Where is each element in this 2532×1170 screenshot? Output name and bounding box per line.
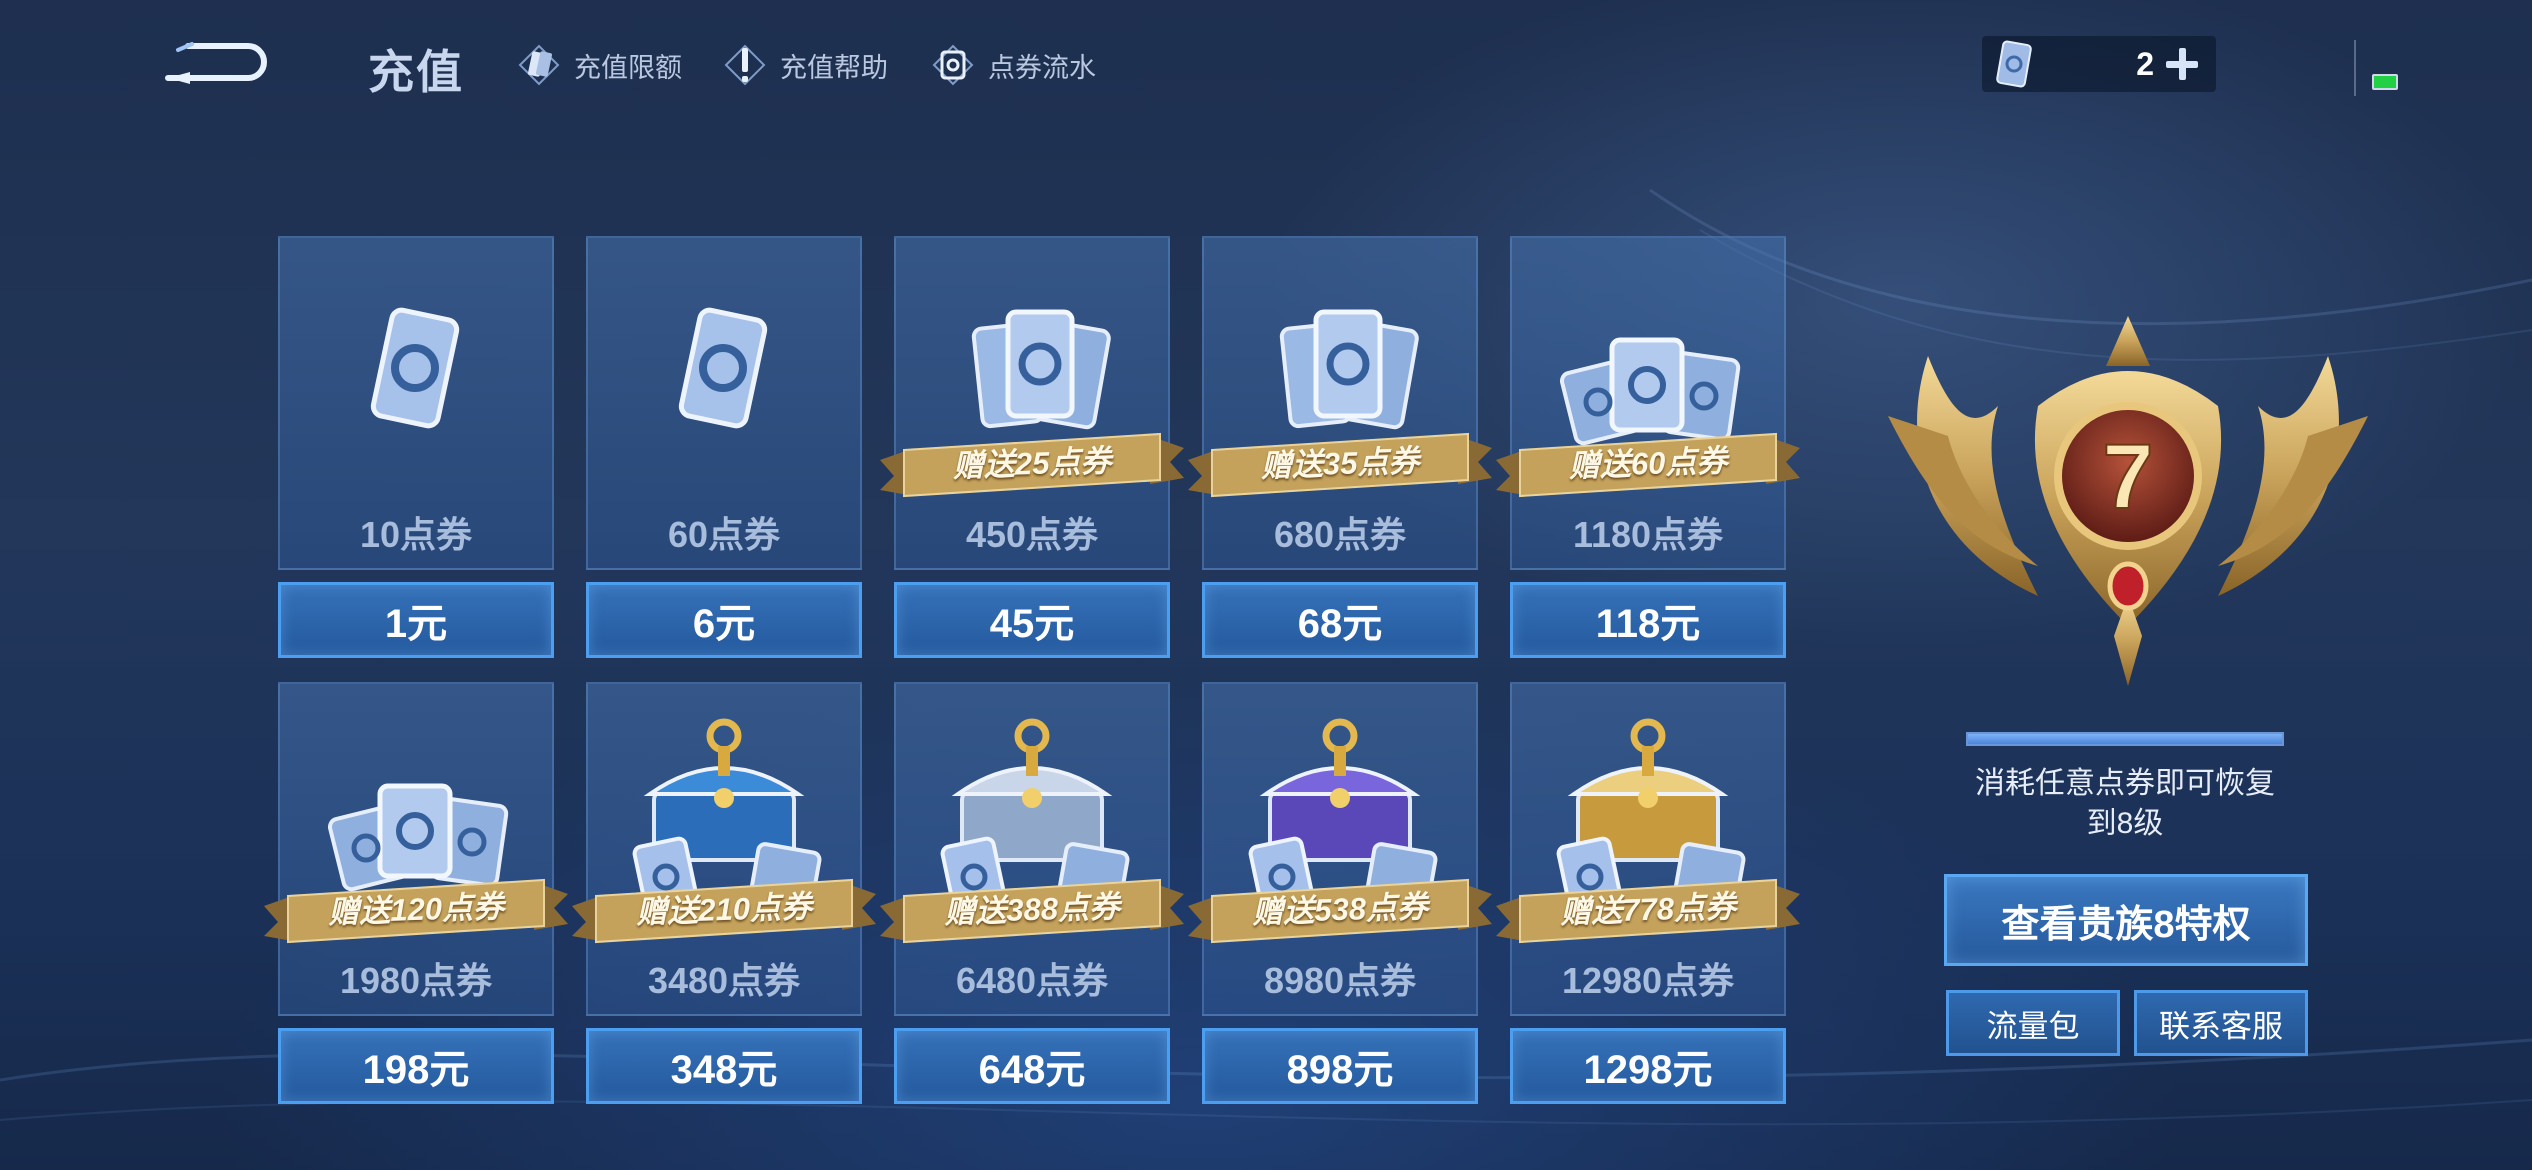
voucher-amount: 6480点券: [955, 960, 1109, 1001]
bonus-label: 赠送538点券: [1251, 888, 1429, 931]
page-title: 充值: [368, 46, 464, 98]
nobility-badge-icon: 7: [1888, 316, 2368, 686]
help-icon: [724, 44, 766, 86]
voucher-history-link[interactable]: 点券流水: [928, 40, 1096, 90]
battery-icon: [2352, 40, 2402, 100]
voucher-amount: 3480点券: [647, 960, 801, 1001]
bonus-label: 赠送60点券: [1568, 443, 1728, 484]
single-voucher-icon: [370, 307, 460, 429]
voucher-history-label: 点券流水: [988, 52, 1096, 83]
voucher-amount: 12980点券: [1561, 960, 1735, 1001]
restore-hint: 消耗任意点券即可恢复 到8级: [1920, 764, 2330, 844]
bonus-label: 赠送25点券: [952, 443, 1112, 484]
price-button[interactable]: 348元: [586, 1028, 862, 1104]
price-button[interactable]: 45元: [894, 582, 1170, 658]
history-icon: [932, 44, 974, 86]
customer-service-button[interactable]: 联系客服: [2134, 990, 2308, 1056]
recharge-limit-link[interactable]: 充值限额: [514, 40, 682, 90]
recharge-limit-label: 充值限额: [574, 52, 682, 83]
single-voucher-icon: [678, 307, 768, 429]
price-button[interactable]: 648元: [894, 1028, 1170, 1104]
nobility-progress-fill: [1968, 734, 2282, 744]
voucher-amount: 450点券: [965, 514, 1099, 555]
price-button[interactable]: 6元: [586, 582, 862, 658]
restore-hint-line2: 到8级: [2086, 807, 2164, 840]
voucher-amount: 1180点券: [1572, 514, 1724, 555]
card-icon: [518, 44, 560, 86]
battery-level: [2372, 74, 2398, 90]
bonus-label: 赠送388点券: [943, 888, 1121, 931]
bonus-label: 赠送210点券: [635, 888, 813, 931]
data-pack-button[interactable]: 流量包: [1946, 990, 2120, 1056]
voucher-amount: 10点券: [359, 514, 473, 555]
back-arrow-icon[interactable]: [160, 30, 270, 90]
bonus-label: 赠送120点券: [327, 888, 505, 931]
bonus-label: 赠送35点券: [1260, 443, 1420, 484]
voucher-amount: 680点券: [1273, 514, 1407, 555]
price-button[interactable]: 1元: [278, 582, 554, 658]
voucher-amount: 1980点券: [339, 960, 493, 1001]
price-button[interactable]: 198元: [278, 1028, 554, 1104]
bonus-label: 赠送778点券: [1559, 888, 1737, 931]
price-button[interactable]: 1298元: [1510, 1028, 1786, 1104]
recharge-help-link[interactable]: 充值帮助: [720, 40, 888, 90]
nobility-progress-bar: [1966, 732, 2284, 746]
view-nobility-privileges-button[interactable]: 查看贵族8特权: [1944, 874, 2308, 966]
recharge-help-label: 充值帮助: [780, 52, 888, 83]
restore-hint-line1: 消耗任意点券即可恢复: [1975, 767, 2275, 800]
voucher-balance: 2: [1982, 36, 2216, 92]
voucher-amount: 60点券: [667, 514, 781, 555]
voucher-amount: 8980点券: [1263, 960, 1417, 1001]
voucher-count: 2: [2136, 45, 2154, 82]
price-button[interactable]: 68元: [1202, 582, 1478, 658]
voucher-icon: [1996, 40, 2032, 88]
nobility-level: 7: [2102, 426, 2153, 528]
price-button[interactable]: 898元: [1202, 1028, 1478, 1104]
add-voucher-button[interactable]: [2160, 42, 2204, 86]
price-button[interactable]: 118元: [1510, 582, 1786, 658]
